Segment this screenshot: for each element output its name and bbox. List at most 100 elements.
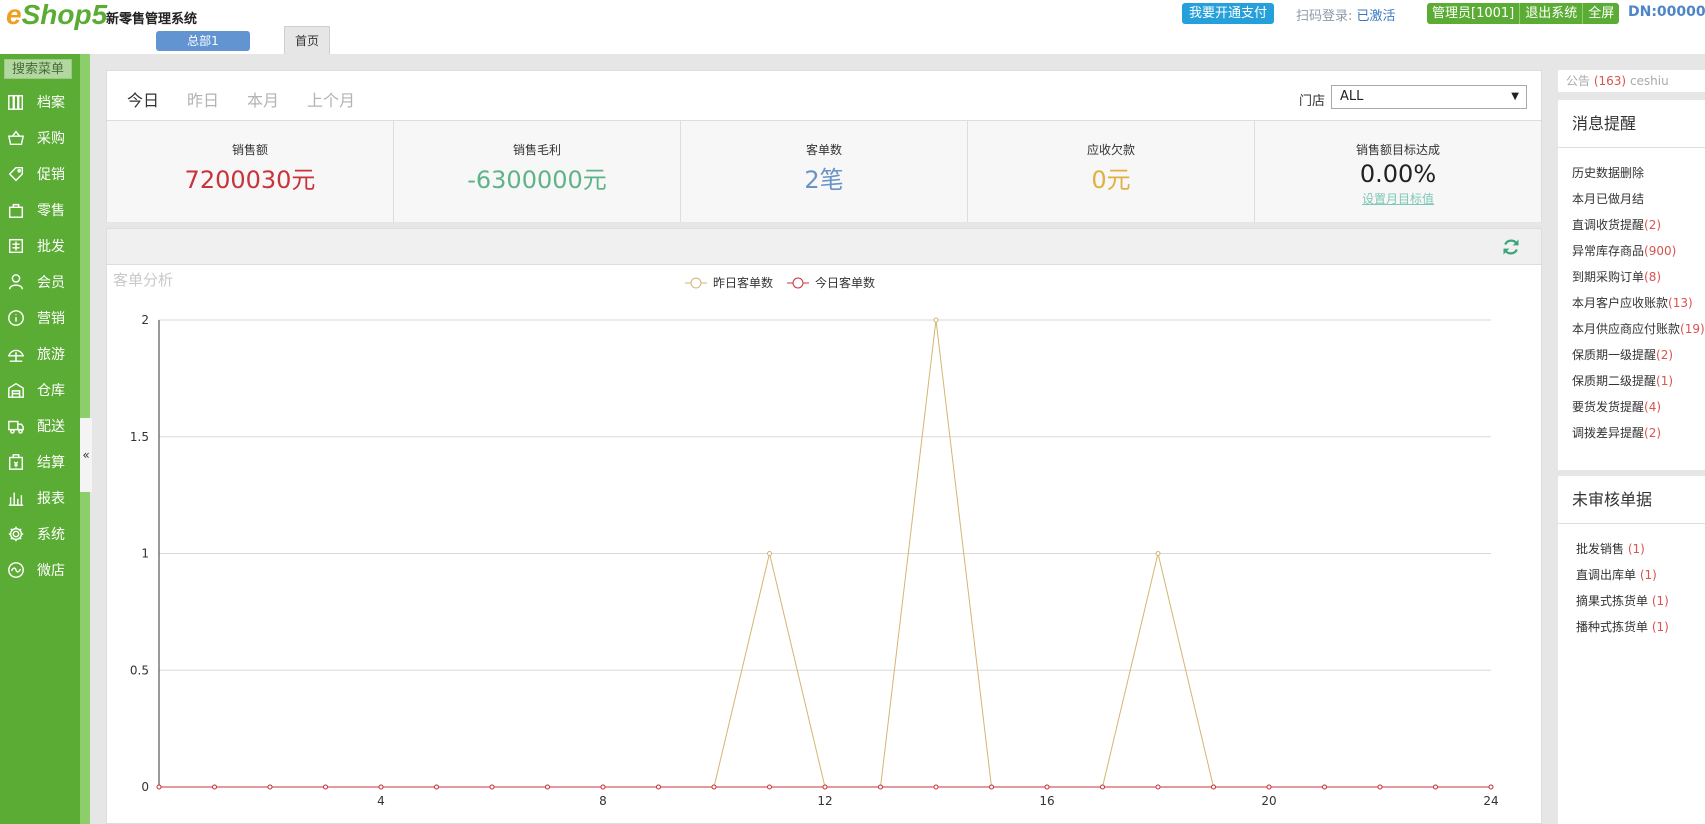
- admin-button[interactable]: 管理员[1001]: [1427, 3, 1521, 24]
- sidebar-item-10[interactable]: 结算: [0, 444, 80, 480]
- enable-payment-button[interactable]: 我要开通支付: [1182, 3, 1275, 24]
- fullscreen-button[interactable]: 全屏: [1583, 3, 1620, 24]
- data-point: [1433, 784, 1438, 790]
- scan-login-status: 扫码登录: 已激活: [1296, 9, 1396, 24]
- sidebar-item-2[interactable]: 促销: [0, 156, 80, 192]
- gear-icon: [8, 526, 24, 542]
- sidebar-item-7[interactable]: 旅游: [0, 336, 80, 372]
- sidebar: 搜索菜单 档案采购促销零售批发 会员 营销 旅游 仓库配送结算报表系统微店: [0, 54, 80, 824]
- x-tick-label: 20: [1261, 794, 1276, 808]
- period-tab-3[interactable]: 上个月: [307, 87, 355, 111]
- sidebar-item-label: 档案: [37, 95, 65, 111]
- list-item[interactable]: 本月已做月结: [1572, 186, 1705, 212]
- sidebar-item-11[interactable]: 报表: [0, 480, 80, 516]
- branch-selector[interactable]: 总部1: [156, 31, 250, 51]
- sidebar-item-6[interactable]: 营销: [0, 300, 80, 336]
- data-point: [767, 784, 772, 790]
- sidebar-item-label: 报表: [37, 491, 65, 507]
- shop-icon: [8, 562, 24, 578]
- basket-icon: [7, 130, 25, 146]
- sidebar-item-label: 结算: [37, 455, 65, 471]
- data-point: [434, 784, 439, 790]
- list-item[interactable]: 摘果式拣货单 (1): [1576, 588, 1705, 614]
- sidebar-item-1[interactable]: 采购: [0, 120, 80, 156]
- data-point: [378, 784, 384, 790]
- period-tabs: 今日 昨日 本月 上个月: [127, 87, 355, 111]
- data-point: [545, 784, 550, 790]
- sidebar-item-9[interactable]: 配送: [0, 408, 80, 444]
- line-chart: 00.511.524 8 12 16 20 24昨日客单数 今日客单数: [130, 275, 1499, 808]
- kpi-card: 销售额目标达成 0.00% 设置月目标值: [1255, 121, 1541, 222]
- sidebar-item-3[interactable]: 零售: [0, 192, 80, 228]
- cash-icon: [8, 454, 24, 470]
- store-select[interactable]: ALL ▼: [1331, 85, 1527, 109]
- data-point: [600, 784, 606, 790]
- kpi-label: 销售毛利: [512, 143, 561, 157]
- period-tab-0[interactable]: 今日: [127, 87, 159, 111]
- data-point: [1377, 784, 1383, 790]
- y-tick-label: 2: [141, 313, 149, 327]
- x-tick-label: 8: [599, 794, 607, 808]
- sidebar-item-5[interactable]: 会员: [0, 264, 80, 300]
- kpi-row: 销售额 7200030元 销售毛利 -6300000元 客单数 2笔 应收欠款 0元 销售额目标…: [107, 120, 1541, 222]
- list-item[interactable]: 要货发货提醒(4): [1572, 394, 1705, 420]
- set-target-link[interactable]: 设置月目标值: [1255, 190, 1541, 207]
- sidebar-item-label: 采购: [37, 131, 65, 147]
- sidebar-item-label: 零售: [37, 203, 65, 219]
- wholesale-icon: [8, 238, 24, 254]
- sidebar-item-0[interactable]: 档案: [0, 84, 80, 120]
- list-item[interactable]: 调拨差异提醒(2): [1572, 420, 1705, 446]
- warehouse-icon: [8, 382, 24, 398]
- collapse-sidebar-button[interactable]: «: [80, 418, 92, 492]
- legend-marker: [690, 277, 702, 289]
- refresh-icon[interactable]: [1501, 237, 1521, 257]
- x-tick-label: 12: [817, 794, 832, 808]
- list-item[interactable]: 异常库存商品(900): [1572, 238, 1705, 264]
- y-tick-label: 0.5: [130, 663, 149, 677]
- kpi-value: 2笔: [804, 166, 844, 194]
- list-item[interactable]: 直调收货提醒(2): [1572, 212, 1705, 238]
- sidebar-item-label: 微店: [37, 563, 65, 579]
- data-point: [156, 784, 162, 790]
- list-item[interactable]: 批发销售 (1): [1576, 536, 1705, 562]
- tab-home[interactable]: 首页: [284, 26, 330, 54]
- kpi-label: 销售额: [231, 143, 268, 157]
- dn-number: DN:000000: [1628, 4, 1705, 20]
- period-tab-1[interactable]: 昨日: [187, 87, 219, 111]
- sidebar-item-12[interactable]: 系统: [0, 516, 80, 552]
- pending-list: 批发销售 (1) 直调出库单 (1) 摘果式拣货单 (1) 播种式拣货单 (1): [1558, 524, 1705, 640]
- list-item[interactable]: 本月供应商应付账款(19): [1572, 316, 1705, 342]
- logo: eShop5: [6, 0, 108, 30]
- search-menu-button[interactable]: 搜索菜单: [4, 59, 72, 79]
- data-point: [989, 784, 994, 790]
- bar-chart-icon: [8, 492, 24, 506]
- list-item[interactable]: 历史数据删除: [1572, 160, 1705, 186]
- sidebar-item-4[interactable]: 批发: [0, 228, 80, 264]
- sidebar-menu: 档案采购促销零售批发 会员 营销 旅游 仓库配送结算报表系统微店: [0, 84, 80, 588]
- sidebar-item-8[interactable]: 仓库: [0, 372, 80, 408]
- period-tab-2[interactable]: 本月: [247, 87, 279, 111]
- list-item[interactable]: 保质期二级提醒(1): [1572, 368, 1705, 394]
- info-icon: [8, 310, 24, 326]
- data-point: [323, 784, 328, 790]
- notice-bar[interactable]: 公告 (163) ceshiu: [1558, 70, 1705, 92]
- messages-card: 消息提醒 历史数据删除 本月已做月结 直调收货提醒(2) 异常库存商品(900) 到期采…: [1558, 100, 1705, 470]
- store-label: 门店: [1299, 94, 1326, 109]
- list-item[interactable]: 保质期一级提醒(2): [1572, 342, 1705, 368]
- sidebar-item-label: 系统: [37, 527, 65, 543]
- summary-panel: 今日 昨日 本月 上个月 门店 ALL ▼ 销售额 7200030元 销售毛利 -630000…: [106, 70, 1542, 222]
- scan-status-link[interactable]: 已激活: [1357, 9, 1396, 24]
- y-tick-label: 1.5: [130, 430, 149, 444]
- sidebar-item-13[interactable]: 微店: [0, 552, 80, 588]
- pending-title: 未审核单据: [1558, 476, 1705, 524]
- legend-label: 昨日客单数: [713, 275, 773, 290]
- list-item[interactable]: 播种式拣货单 (1): [1576, 614, 1705, 640]
- logout-button[interactable]: 退出系统: [1520, 3, 1584, 24]
- list-item[interactable]: 直调出库单 (1): [1576, 562, 1705, 588]
- list-item[interactable]: 本月客户应收账款(13): [1572, 290, 1705, 316]
- sidebar-item-label: 配送: [37, 419, 65, 435]
- data-point: [1488, 784, 1494, 790]
- list-item[interactable]: 到期采购订单(8): [1572, 264, 1705, 290]
- data-point: [656, 784, 661, 790]
- kpi-card: 销售毛利 -6300000元: [394, 121, 681, 222]
